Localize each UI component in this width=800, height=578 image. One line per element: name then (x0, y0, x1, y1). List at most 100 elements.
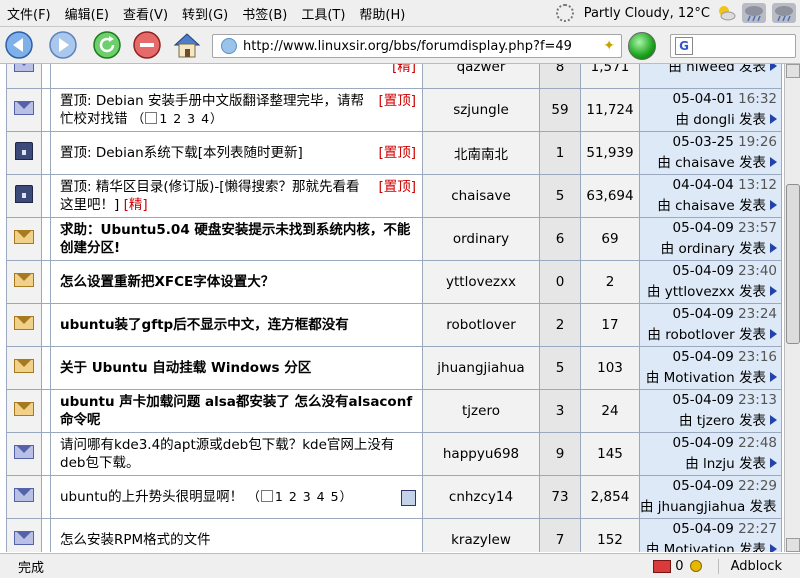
author-cell: 北南南北 (422, 131, 540, 175)
reply-count[interactable]: 6 (556, 231, 565, 247)
last-poster[interactable]: 由 Motivation 发表 (646, 542, 766, 552)
thread-status-cell (6, 432, 42, 476)
post-icon-cell (41, 475, 51, 519)
menu-bookmarks[interactable]: 书签(B) (235, 4, 294, 23)
thread-author[interactable]: tjzero (462, 403, 500, 419)
notification-icon[interactable] (689, 560, 702, 572)
last-poster[interactable]: 由 Motivation 发表 (646, 370, 766, 386)
goto-last-post-icon[interactable] (770, 286, 777, 296)
page-links[interactable]: （1 2 3 4 5） (247, 489, 353, 504)
scroll-thumb[interactable] (786, 184, 800, 344)
home-button[interactable] (172, 30, 202, 60)
thread-row: 求助：Ubuntu5.04 硬盘安装提示未找到系统内核，不能创建分区! ordin… (6, 217, 782, 261)
goto-last-post-icon[interactable] (781, 501, 782, 511)
reply-count[interactable]: 0 (556, 274, 565, 290)
last-poster[interactable]: 由 dongli 发表 (675, 112, 766, 128)
thread-author[interactable]: krazylew (451, 532, 511, 548)
weather-widget[interactable]: Partly Cloudy, 12°C (555, 3, 800, 23)
view-count: 103 (597, 360, 623, 376)
goto-last-post-icon[interactable] (770, 243, 777, 253)
replies-cell: 5 (539, 174, 581, 218)
thread-row: [置顶] 置顶: Debian 安装手册中文版翻译整理完毕，请帮忙校对找错 （1 … (6, 88, 782, 132)
thread-author[interactable]: yttlovezxx (446, 274, 516, 290)
scroll-down-arrow[interactable] (786, 538, 800, 552)
menu-file[interactable]: 文件(F) (0, 4, 58, 23)
address-bar[interactable]: http://www.linuxsir.org/bbs/forumdisplay… (212, 34, 622, 58)
replies-cell: 8 (539, 64, 581, 89)
bookmark-star-icon[interactable]: ✦ (603, 38, 615, 54)
back-button[interactable] (4, 30, 34, 60)
thread-row: 关于 Ubuntu 自动挂载 Windows 分区 jhuangjiahua 5 10… (6, 346, 782, 390)
goto-last-post-icon[interactable] (770, 329, 777, 339)
thread-title-link[interactable]: ubuntu的上升势头很明显啊！ (60, 489, 243, 505)
author-cell: happyu698 (422, 432, 540, 476)
last-poster[interactable]: 由 tjzero 发表 (679, 413, 766, 429)
last-poster[interactable]: 由 lnzju 发表 (685, 456, 766, 472)
reply-count[interactable]: 2 (556, 317, 565, 333)
stop-button[interactable] (132, 30, 162, 60)
last-poster[interactable]: 由 robotlover 发表 (647, 327, 766, 343)
reply-count[interactable]: 1 (556, 145, 565, 161)
last-poster[interactable]: 由 chaisave 发表 (657, 198, 766, 214)
reply-count[interactable]: 9 (556, 446, 565, 462)
thread-title-link[interactable]: ubuntu装了gftp后不显示中文，连方框都没有 (60, 317, 349, 333)
menu-help[interactable]: 帮助(H) (352, 4, 412, 23)
mail-icon[interactable] (653, 559, 672, 573)
thread-title-link[interactable]: 求助：Ubuntu5.04 硬盘安装提示未找到系统内核，不能创建分区! (60, 222, 410, 256)
menu-view[interactable]: 查看(V) (116, 4, 175, 23)
author-cell: cnhzcy14 (422, 475, 540, 519)
thread-title-link[interactable]: ubuntu 声卡加载问题 alsa都安装了 怎么没有alsaconf命令呢 (60, 394, 412, 428)
menu-go[interactable]: 转到(G) (175, 4, 235, 23)
last-poster[interactable]: 由 chaisave 发表 (657, 155, 766, 171)
last-poster[interactable]: 由 jhuangjiahua 发表 (641, 499, 777, 515)
reply-count[interactable]: 7 (556, 532, 565, 548)
adblock-button[interactable]: Adblock (717, 558, 800, 574)
thread-author[interactable]: qazwer (457, 64, 506, 75)
goto-last-post-icon[interactable] (770, 415, 777, 425)
goto-last-post-icon[interactable] (770, 200, 777, 210)
thread-author[interactable]: jhuangjiahua (437, 360, 524, 376)
page-links[interactable]: （1 2 3 4） (132, 111, 224, 126)
thread-author[interactable]: szjungle (453, 102, 509, 118)
thread-author[interactable]: robotlover (446, 317, 516, 333)
search-engine-button[interactable] (628, 32, 656, 60)
envelope-icon (14, 445, 34, 459)
thread-title-link[interactable]: 置顶: Debian系统下载[本列表随时更新] (60, 145, 303, 161)
goto-last-post-icon[interactable] (770, 64, 777, 71)
goto-last-post-icon[interactable] (770, 458, 777, 468)
scroll-up-arrow[interactable] (786, 64, 800, 78)
thread-author[interactable]: chaisave (451, 188, 511, 204)
thread-title-link[interactable]: 怎么安装RPM格式的文件 (60, 532, 211, 548)
thread-author[interactable]: cnhzcy14 (449, 489, 513, 505)
last-post-date: 05-04-09 (672, 521, 734, 537)
thread-title-link[interactable]: 请问哪有kde3.4的apt源或deb包下载？kde官网上没有deb包下载。 (60, 437, 394, 471)
reply-count[interactable]: 5 (556, 188, 565, 204)
thread-title-link[interactable]: 置顶: 精华区目录(修订版)-[懒得搜索？那就先看看这里吧！] (60, 179, 360, 213)
reply-count[interactable]: 59 (551, 102, 568, 118)
vertical-scrollbar[interactable] (784, 64, 800, 552)
last-poster[interactable]: 由 hiweed 发表 (668, 64, 766, 75)
reply-count[interactable]: 8 (556, 64, 565, 75)
thread-row: ubuntu的上升势头很明显啊！ （1 2 3 4 5） cnhzcy14 73 2,… (6, 475, 782, 519)
thread-author[interactable]: 北南南北 (454, 147, 508, 163)
thread-author[interactable]: ordinary (453, 231, 509, 247)
reload-button[interactable] (92, 30, 122, 60)
goto-last-post-icon[interactable] (770, 544, 777, 552)
goto-last-post-icon[interactable] (770, 157, 777, 167)
menu-tools[interactable]: 工具(T) (294, 4, 352, 23)
reply-count[interactable]: 3 (556, 403, 565, 419)
forward-button[interactable] (48, 30, 78, 60)
goto-last-post-icon[interactable] (770, 114, 777, 124)
last-post-time: 16:32 (738, 91, 777, 107)
thread-title-link[interactable]: 关于 Ubuntu 自动挂载 Windows 分区 (60, 360, 311, 376)
menu-edit[interactable]: 编辑(E) (58, 4, 116, 23)
last-poster[interactable]: 由 yttlovezxx 发表 (647, 284, 766, 300)
thread-author[interactable]: happyu698 (443, 446, 519, 462)
goto-last-post-icon[interactable] (770, 372, 777, 382)
reply-count[interactable]: 5 (556, 360, 565, 376)
thread-title-link[interactable]: 怎么设置重新把XFCE字体设置大？ (60, 274, 274, 290)
last-poster[interactable]: 由 ordinary 发表 (661, 241, 766, 257)
reply-count[interactable]: 73 (551, 489, 568, 505)
lock-icon (15, 185, 33, 203)
search-input[interactable]: G (670, 34, 796, 58)
